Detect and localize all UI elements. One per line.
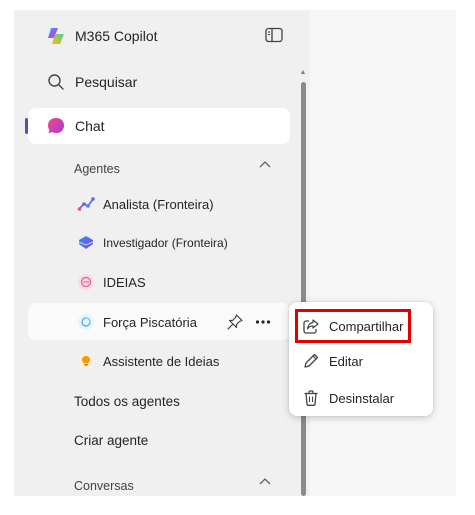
pin-icon [225,312,245,332]
chevron-up-icon[interactable] [258,160,272,170]
agent-item-analista[interactable]: Analista (Fronteira) [76,194,214,214]
conversations-section-title: Conversas [74,479,134,493]
search-nav-item[interactable]: Pesquisar [46,72,137,92]
share-highlight-box [295,309,411,343]
all-agents-label: Todos os agentes [74,394,180,409]
copilot-logo-icon [46,26,66,46]
menu-item-edit[interactable]: Editar [289,343,433,379]
lightbulb-icon [76,351,96,371]
more-horizontal-icon [253,312,273,332]
toggle-sidebar-button[interactable] [264,25,284,45]
agent-label: Analista (Fronteira) [103,196,214,212]
agent-label: Força Piscatória [103,314,197,330]
pencil-icon [301,351,321,371]
agents-section-title: Agentes [74,162,120,176]
app-header[interactable]: M365 Copilot [46,26,158,46]
more-options-button[interactable] [253,312,273,332]
trash-icon [301,388,321,408]
analyst-icon [76,194,96,214]
agent-icon [76,312,96,332]
agent-item-forca-content[interactable]: Força Piscatória [76,312,197,332]
agent-label: Assistente de Ideias [103,353,220,369]
app-title: M365 Copilot [75,28,158,44]
search-label: Pesquisar [75,74,138,90]
scrollbar-thumb[interactable] [301,82,306,496]
search-icon [46,72,66,92]
menu-item-label: Desinstalar [329,390,395,406]
agent-item-investigador[interactable]: Investigador (Fronteira) [76,233,228,253]
scroll-up-arrow-icon[interactable]: ▲ [298,68,308,76]
chevron-up-icon[interactable] [258,477,272,487]
menu-item-uninstall[interactable]: Desinstalar [289,380,433,416]
create-agent-label: Criar agente [74,433,149,448]
active-indicator [25,118,28,134]
agent-item-assistente-ideias[interactable]: Assistente de Ideias [76,351,219,371]
pin-button[interactable] [225,312,245,332]
agent-item-ideias[interactable]: IDEIAS [76,272,146,292]
agent-label: IDEIAS [103,274,146,290]
sidebar-scrollbar[interactable]: ▲ [298,68,308,496]
all-agents-link[interactable]: Todos os agentes [74,394,180,409]
create-agent-link[interactable]: Criar agente [74,433,148,448]
chat-nav-content[interactable]: Chat [46,116,105,136]
chat-icon [46,116,66,136]
main-pane [310,10,456,496]
sidebar-toggle-icon [264,25,284,45]
ideas-icon [76,272,96,292]
menu-item-label: Editar [329,353,363,369]
researcher-icon [76,233,96,253]
agent-label: Investigador (Fronteira) [103,236,228,250]
chat-label: Chat [75,118,105,134]
